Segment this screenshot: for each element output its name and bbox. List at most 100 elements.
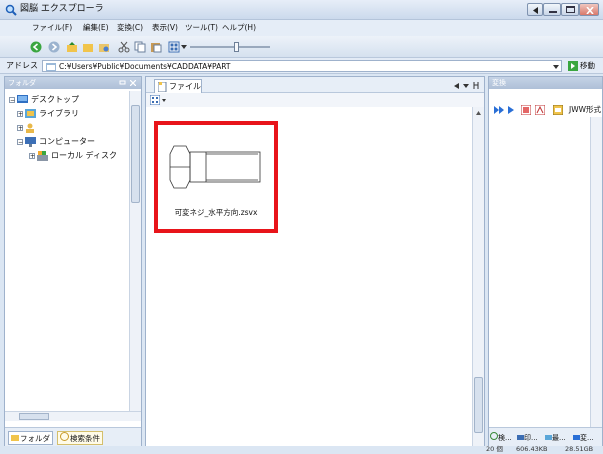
tab-scroll-left-icon[interactable] xyxy=(454,83,459,89)
status-bar: 20 個 606.43KB 28.51GB xyxy=(0,445,603,454)
title-bar: 図脳 エクスプローラ xyxy=(0,0,603,20)
thumbnail-view-icon[interactable] xyxy=(150,95,160,105)
scroll-thumb[interactable] xyxy=(131,105,140,203)
folder-pane-tabs: フォルダ 検索条件 xyxy=(5,427,141,447)
address-path: C:¥Users¥Public¥Documents¥CADDATA¥PART xyxy=(59,62,231,71)
chevron-down-icon[interactable] xyxy=(162,99,166,102)
convert-icon xyxy=(573,435,580,440)
folder-pane-title: フォルダ xyxy=(8,79,36,87)
tab-file[interactable]: ファイル xyxy=(154,79,202,93)
window-title: 図脳 エクスプローラ xyxy=(20,4,104,14)
tab-search-result[interactable]: 検... xyxy=(490,431,512,445)
move-button[interactable]: 移動 xyxy=(568,59,603,73)
tab-label: 印... xyxy=(524,434,538,442)
view-mode-icon[interactable] xyxy=(168,41,180,53)
tree-label: ローカル ディスク xyxy=(51,151,117,160)
scroll-thumb[interactable] xyxy=(19,413,49,420)
status-size: 606.43KB xyxy=(516,445,548,453)
up-folder-icon[interactable] xyxy=(66,41,78,53)
close-button[interactable] xyxy=(579,3,599,16)
tab-label: 最... xyxy=(552,434,566,442)
tab-latest[interactable]: 最... xyxy=(545,431,566,445)
tab-search-conditions[interactable]: 検索条件 xyxy=(57,431,103,445)
tab-folder[interactable]: フォルダ xyxy=(8,431,53,445)
folder-pane: フォルダ − デスクトップ + ライブラリ + − コンピューター + ローカル… xyxy=(4,76,142,448)
file-item[interactable]: 可変ネジ_水平方向.zsvx xyxy=(154,121,278,233)
collapse-icon[interactable]: − xyxy=(9,97,15,104)
file-pane-toolrow xyxy=(146,93,484,107)
menu-edit[interactable]: 編集(E) xyxy=(83,22,109,34)
file-pane: ファイル 可変ネジ_水平方向.zsvx xyxy=(145,76,485,448)
collapse-icon[interactable]: − xyxy=(17,139,23,146)
tab-convert[interactable]: 変... xyxy=(573,431,594,445)
expand-icon[interactable]: + xyxy=(17,111,23,118)
dxf-format-icon[interactable] xyxy=(521,105,531,115)
pdf-format-icon[interactable] xyxy=(535,105,545,115)
folder-icon[interactable] xyxy=(82,41,94,53)
maximize-icon xyxy=(566,6,575,13)
pin-icon[interactable] xyxy=(473,82,479,89)
expand-icon[interactable]: + xyxy=(17,125,23,132)
zoom-slider-track[interactable] xyxy=(190,46,270,48)
local-disk-icon xyxy=(37,151,48,161)
toolbar xyxy=(0,36,603,58)
pin-icon[interactable] xyxy=(119,80,126,86)
tab-print[interactable]: 印... xyxy=(517,431,538,445)
library-icon xyxy=(25,109,36,118)
desktop-icon xyxy=(17,95,28,103)
chevron-down-icon[interactable] xyxy=(553,65,559,69)
folder-sync-icon[interactable] xyxy=(98,41,110,53)
folder-horizontal-scrollbar[interactable] xyxy=(5,411,141,421)
maximize-button[interactable] xyxy=(561,3,579,16)
tab-label: 変... xyxy=(580,434,594,442)
status-disk: 28.51GB xyxy=(565,445,594,453)
play-icon[interactable] xyxy=(508,106,514,114)
minimize-button[interactable] xyxy=(543,3,561,16)
file-vertical-scrollbar[interactable] xyxy=(472,107,484,447)
scroll-thumb[interactable] xyxy=(474,377,483,433)
copy-icon[interactable] xyxy=(134,41,146,53)
expand-icon[interactable]: + xyxy=(29,153,35,160)
folder-pane-header: フォルダ xyxy=(5,77,141,89)
fast-forward-icon[interactable] xyxy=(494,106,504,114)
file-name: 可変ネジ_水平方向.zsvx xyxy=(174,208,258,217)
cut-icon[interactable] xyxy=(118,41,130,53)
menu-bar: ファイル(F) 編集(E) 変換(C) 表示(V) ツール(T) ヘルプ(H) xyxy=(0,20,603,36)
scroll-up-icon[interactable] xyxy=(476,111,481,115)
paste-icon[interactable] xyxy=(150,41,162,53)
printer-icon xyxy=(517,435,524,440)
file-grid: 可変ネジ_水平方向.zsvx xyxy=(146,107,472,447)
chevron-down-icon[interactable] xyxy=(181,45,187,49)
menu-help[interactable]: ヘルプ(H) xyxy=(222,22,256,34)
user-folder-icon xyxy=(26,123,34,133)
search-icon xyxy=(60,432,69,441)
computer-icon xyxy=(25,137,36,147)
magnifier-app-icon xyxy=(5,4,17,16)
folder-tree: − デスクトップ + ライブラリ + − コンピューター + ローカル ディスク xyxy=(5,91,129,411)
folder-vertical-scrollbar[interactable] xyxy=(129,91,141,411)
address-bar: アドレス C:¥Users¥Public¥Documents¥CADDATA¥P… xyxy=(0,58,603,74)
close-icon[interactable] xyxy=(130,80,136,86)
forward-icon[interactable] xyxy=(48,41,60,53)
menu-convert[interactable]: 変換(C) xyxy=(117,22,143,34)
address-label: アドレス xyxy=(6,61,38,70)
file-icon xyxy=(158,82,167,92)
back-icon[interactable] xyxy=(30,41,42,53)
jww-format-icon[interactable] xyxy=(553,105,563,115)
menu-tools[interactable]: ツール(T) xyxy=(185,22,218,34)
zoom-slider-thumb[interactable] xyxy=(234,42,239,52)
folder-icon xyxy=(11,435,19,441)
address-field[interactable]: C:¥Users¥Public¥Documents¥CADDATA¥PART xyxy=(42,60,562,72)
tree-label: ライブラリ xyxy=(39,109,79,118)
go-arrow-icon xyxy=(568,61,578,71)
menu-view[interactable]: 表示(V) xyxy=(152,22,178,34)
chevron-down-icon[interactable] xyxy=(463,84,469,88)
menu-file[interactable]: ファイル(F) xyxy=(32,22,72,34)
tab-label: ファイル xyxy=(169,82,201,91)
folder-icon xyxy=(545,435,552,440)
convert-vertical-scrollbar[interactable] xyxy=(590,117,602,427)
back-window-button[interactable] xyxy=(527,3,543,16)
file-pane-tabbar: ファイル xyxy=(146,77,484,93)
tab-label: フォルダ xyxy=(20,434,50,443)
arrow-left-icon xyxy=(533,7,538,14)
